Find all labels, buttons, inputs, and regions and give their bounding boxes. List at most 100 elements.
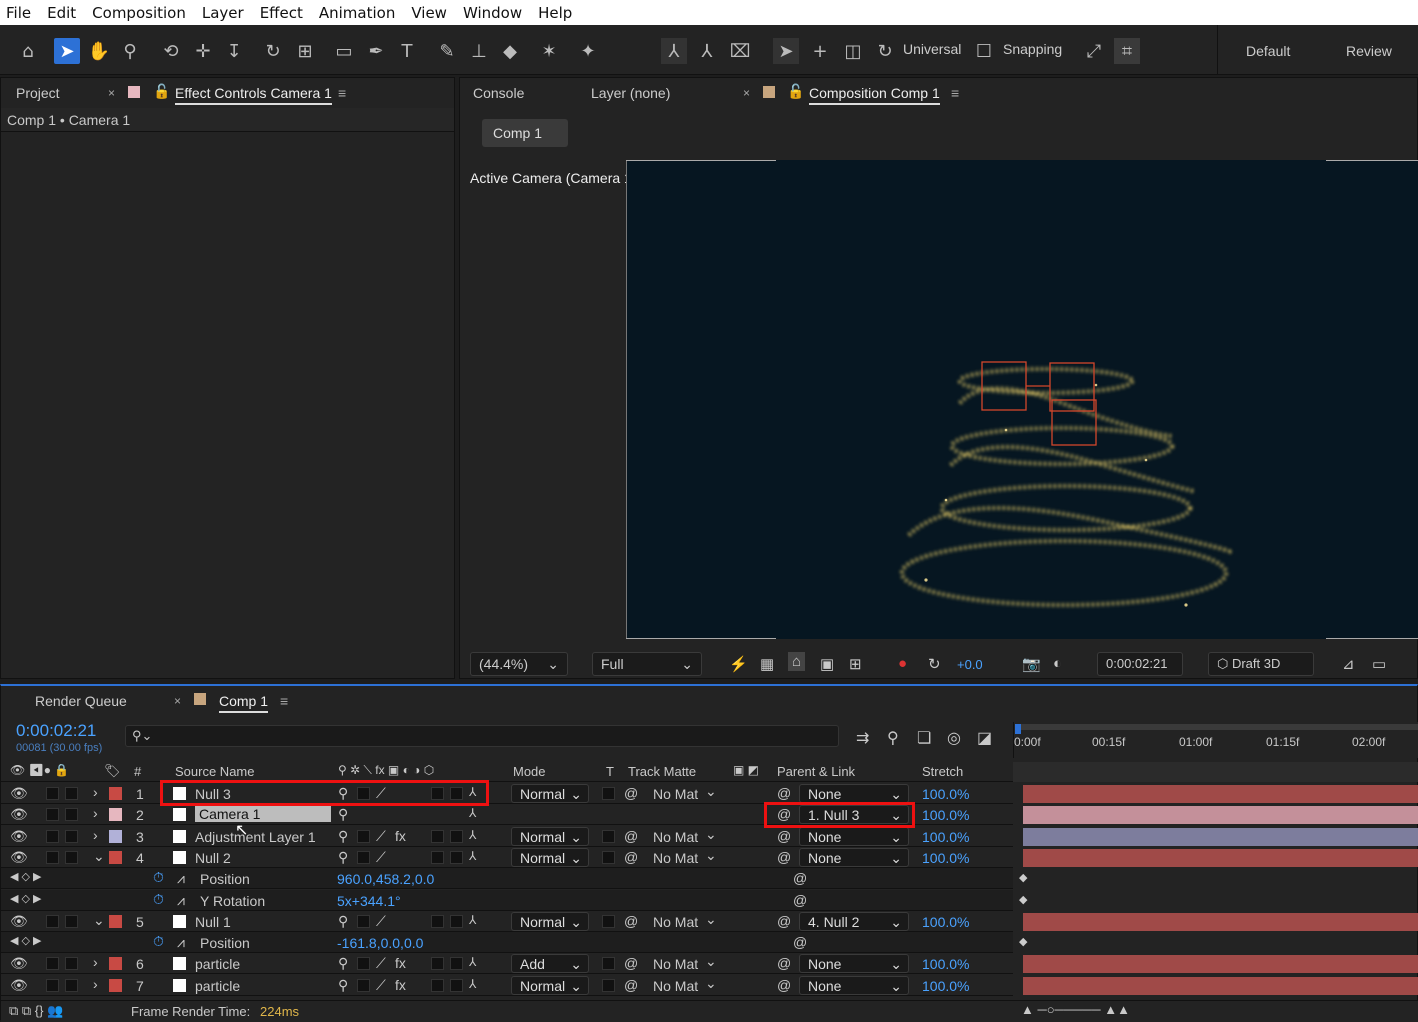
reset-exposure-icon[interactable]: ↻ — [928, 655, 941, 673]
layer-row[interactable]: 👁 ⌄ 4 Null 2 ⚲ ⟋ ⅄ Normal ⌄ @ No Mat ⌄ @ None ⌄ 100.0% — [1, 846, 1418, 868]
resolution-dropdown[interactable]: Full ⌄ — [592, 652, 702, 676]
quality-switch-icon[interactable]: ⟋ — [376, 849, 386, 866]
keyframe-icon[interactable]: ◆ — [1019, 893, 1027, 906]
adjustment-switch[interactable] — [450, 850, 463, 864]
solo-toggle[interactable] — [46, 850, 59, 864]
3d-layer-icon[interactable]: ⅄ — [469, 849, 476, 863]
motion-blur-switch[interactable] — [431, 978, 444, 992]
chevron-down-icon[interactable]: ⌄ — [705, 826, 717, 843]
align-icon[interactable]: ⌗ — [1114, 38, 1140, 64]
label-color-swatch[interactable] — [109, 914, 122, 928]
chevron-down-icon[interactable]: ⌄ — [93, 912, 105, 929]
3d-layer-icon[interactable]: ⅄ — [469, 913, 476, 927]
stretch-value[interactable]: 100.0% — [922, 786, 969, 802]
parent-pickwhip-icon[interactable]: @ — [777, 828, 791, 844]
motion-blur-switch[interactable] — [431, 957, 444, 971]
layer-row[interactable]: 👁 › 6 particle ⚲ ⟋ fx ⅄ Add ⌄ @ No Mat ⌄ @ None ⌄ 100.0% — [1, 953, 1418, 975]
current-time[interactable]: 0:00:02:21 — [16, 721, 96, 741]
parent-pickwhip-icon[interactable]: @ — [777, 849, 791, 865]
preserve-transparency-toggle[interactable] — [602, 914, 615, 928]
chevron-down-icon[interactable]: ⌄ — [705, 953, 717, 970]
blend-mode-dropdown[interactable]: Normal ⌄ — [511, 847, 589, 867]
panel-menu-icon[interactable]: ≡ — [280, 693, 288, 709]
stretch-value[interactable]: 100.0% — [922, 850, 969, 866]
layer-row[interactable]: 👁 ⌄ 5 Null 1 ⚲ ⟋ ⅄ Normal ⌄ @ No Mat ⌄ @4. Null 2 ⌄ 10… — [1, 910, 1418, 932]
layer-duration-bar[interactable] — [1023, 806, 1418, 825]
menu-item[interactable]: Effect — [260, 4, 303, 22]
close-icon[interactable]: × — [743, 86, 750, 100]
solo-toggle[interactable] — [46, 957, 59, 971]
visibility-eye-icon[interactable]: 👁 — [10, 955, 28, 972]
expression-pickwhip-icon[interactable]: @ — [793, 892, 807, 908]
property-row[interactable]: ◀ ◇ ▶ ⏱ ⩘ Y Rotation 5x+344.1° @ ◆ — [1, 889, 1027, 911]
snapping-label[interactable]: Snapping — [1003, 41, 1062, 57]
puppet-pin-icon[interactable]: ✦ — [575, 38, 601, 64]
label-color-swatch[interactable] — [109, 808, 122, 822]
layer-duration-bar[interactable] — [1023, 976, 1418, 995]
layer-duration-bar[interactable] — [1023, 785, 1418, 803]
work-area-bar[interactable] — [1015, 724, 1418, 730]
header-source-name[interactable]: Source Name — [175, 764, 254, 779]
layer-name[interactable]: Adjustment Layer 1 — [195, 829, 316, 845]
visibility-eye-icon[interactable]: 👁 — [10, 806, 28, 823]
blend-mode-dropdown[interactable]: Normal ⌄ — [511, 975, 589, 995]
composition-viewer[interactable] — [626, 160, 1418, 639]
preserve-transparency-toggle[interactable] — [602, 850, 615, 864]
mask-visibility-icon[interactable]: ▣ — [820, 655, 834, 673]
zoom-slider[interactable]: ▲ ─○───── ▲▲ — [1021, 1002, 1130, 1017]
chevron-down-icon[interactable]: ⌄ — [705, 911, 717, 928]
world-axis-icon[interactable]: ⅄ — [694, 38, 720, 64]
stretch-value[interactable]: 100.0% — [922, 914, 969, 930]
menu-item[interactable]: Help — [538, 4, 572, 22]
chevron-down-icon[interactable]: ⌄ — [705, 975, 717, 992]
close-icon[interactable]: × — [108, 86, 115, 100]
layer-name[interactable]: particle — [195, 978, 240, 994]
chevron-down-icon[interactable]: ⌄ — [705, 847, 717, 864]
chevron-right-icon[interactable]: › — [93, 976, 98, 992]
parent-dropdown[interactable]: None ⌄ — [799, 847, 909, 867]
tab-timeline-comp[interactable]: Comp 1 — [219, 693, 269, 713]
track-matte-value[interactable]: No Mat — [653, 914, 698, 930]
label-color-swatch[interactable] — [109, 978, 122, 992]
brush-tool-icon[interactable]: ✎ — [434, 38, 460, 64]
layer-row[interactable]: 👁 › 3 Adjustment Layer 1 ⚲ ⟋ fx ⅄ Normal ⌄ @ No Mat… — [1, 825, 1418, 847]
chevron-right-icon[interactable]: › — [93, 784, 98, 800]
layer-row[interactable]: 👁 › 7 particle ⚲ ⟋ fx ⅄ Normal ⌄ @ No Mat ⌄ @ None ⌄ 100… — [1, 974, 1418, 996]
layer-name[interactable]: Camera 1 — [195, 806, 331, 823]
snap-options-icon[interactable]: ⤢ — [1081, 38, 1107, 64]
solo-toggle[interactable] — [46, 808, 59, 822]
collapse-switch[interactable] — [357, 978, 370, 992]
shy-switch-icon[interactable]: ⚲ — [338, 849, 348, 866]
shy-switch-icon[interactable]: ⚲ — [338, 806, 348, 823]
rotate-tool-icon[interactable]: ↻ — [260, 38, 286, 64]
orbit-camera-icon[interactable]: ⟲ — [158, 38, 184, 64]
stretch-value[interactable]: 100.0% — [922, 956, 969, 972]
collapse-switch[interactable] — [357, 850, 370, 864]
comp-flow-button[interactable]: Comp 1 — [482, 119, 568, 147]
layer-row[interactable]: 👁 › 1 Null 3 ⚲ ⟋ ⅄ Normal ⌄ @ No Mat ⌄ @ None ⌄ 100.0% — [1, 783, 1418, 804]
solo-toggle[interactable] — [46, 978, 59, 992]
property-value[interactable]: -161.8,0.0,0.0 — [337, 935, 423, 951]
pan-camera-icon[interactable]: ✛ — [190, 38, 216, 64]
panel-menu-icon[interactable]: ≡ — [951, 85, 959, 101]
renderer-button[interactable]: ⬡ Draft 3D — [1208, 652, 1314, 676]
chevron-right-icon[interactable]: › — [93, 954, 98, 970]
quality-switch-icon[interactable]: ⟋ — [376, 828, 386, 845]
preserve-transparency-toggle[interactable] — [602, 829, 615, 843]
3d-view-icon[interactable]: ⊿ — [1342, 655, 1355, 673]
pickwhip-icon[interactable]: @ — [624, 955, 638, 971]
snapshot-icon[interactable]: 📷 — [1022, 655, 1041, 673]
visibility-eye-icon[interactable]: 👁 — [10, 828, 28, 845]
lock-icon[interactable]: 🔓 — [787, 83, 804, 100]
parent-pickwhip-icon[interactable]: @ — [777, 785, 791, 801]
timecode-display[interactable]: 0:00:02:21 — [1097, 652, 1183, 676]
pickwhip-icon[interactable]: @ — [624, 913, 638, 929]
blend-mode-dropdown[interactable]: Normal ⌄ — [511, 826, 589, 846]
hand-tool-icon[interactable]: ✋ — [86, 38, 112, 64]
parent-dropdown[interactable]: None ⌄ — [799, 954, 909, 974]
color-channels-icon[interactable]: ● — [898, 655, 907, 672]
tab-render-queue[interactable]: Render Queue — [35, 693, 127, 709]
shy-switch-icon[interactable]: ⚲ — [338, 977, 348, 994]
parent-dropdown[interactable]: 4. Null 2 ⌄ — [799, 911, 909, 931]
graph-icon[interactable]: ⩘ — [177, 870, 185, 887]
